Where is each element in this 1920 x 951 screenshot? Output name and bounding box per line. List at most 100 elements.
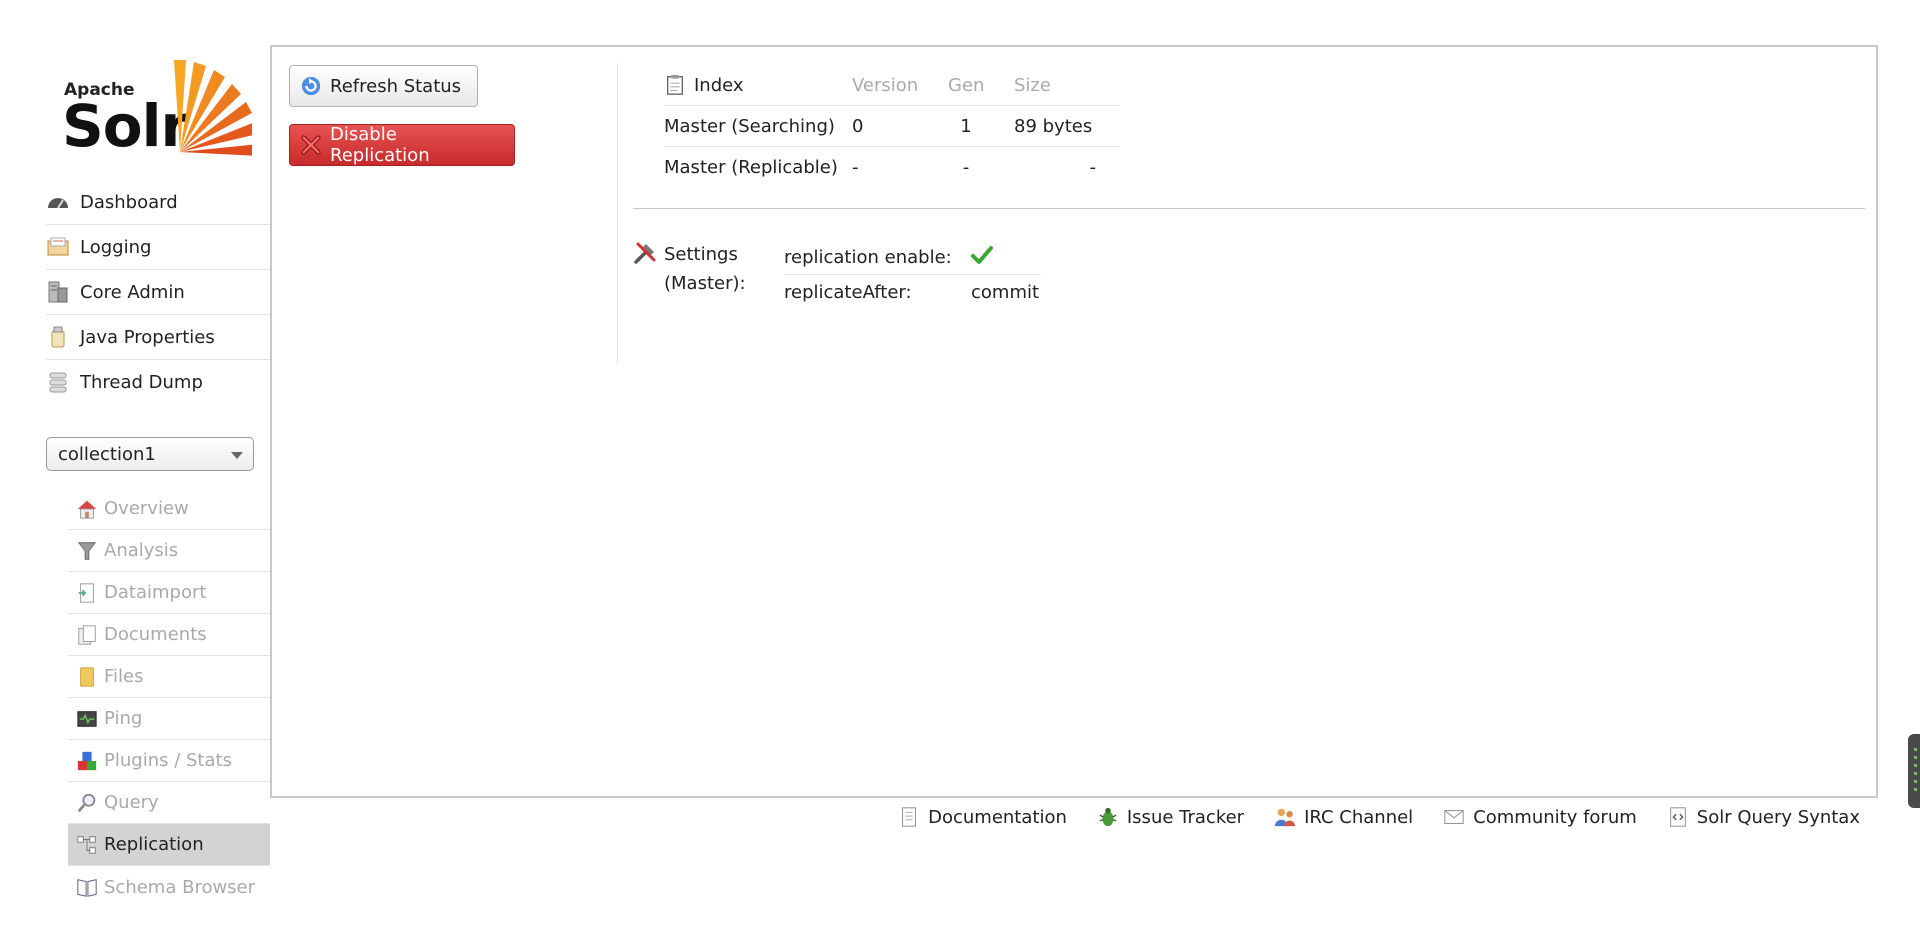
footer-solr-query-syntax-link[interactable]: Solr Query Syntax [1667,806,1860,828]
horizontal-divider [633,208,1865,209]
core-nav-dataimport-label: Dataimport [104,582,207,603]
core-nav-query[interactable]: Query [68,782,270,824]
version-header: Version [852,74,919,96]
table-row: Master (Replicable) - - - [664,147,1120,187]
refresh-status-button[interactable]: Refresh Status [289,65,478,107]
nav-java-properties-label: Java Properties [80,326,215,348]
nav-java-properties[interactable]: Java Properties [46,315,270,360]
mail-icon [1443,806,1465,828]
index-header-label: Index [694,74,744,96]
table-row: Master (Searching) 0 1 89 bytes [664,106,1120,147]
footer-community-forum-label: Community forum [1473,806,1637,828]
check-icon [971,245,993,270]
chevron-down-icon [231,452,243,459]
footer-issue-tracker-label: Issue Tracker [1126,806,1245,828]
footer-community-forum-link[interactable]: Community forum [1443,806,1637,828]
settings-table: replication enable: replicateAfter: comm… [784,240,1041,309]
settings-key: replicateAfter: [784,281,912,303]
nav-thread-dump-label: Thread Dump [80,371,203,393]
solr-logo[interactable]: Apache Solr [62,56,252,156]
core-nav-ping-label: Ping [104,708,143,729]
version-cell: - [852,156,859,178]
disable-replication-button[interactable]: Disable Replication [289,124,515,166]
size-header: Size [1014,74,1051,96]
ping-icon [76,708,98,730]
clipboard-icon [664,74,686,96]
nav-dashboard[interactable]: Dashboard [46,180,270,225]
refresh-status-label: Refresh Status [330,75,462,97]
index-name-cell: Master (Searching) [664,115,835,137]
refresh-icon [300,75,322,97]
analysis-icon [76,540,98,562]
core-selector-value: collection1 [58,443,156,465]
gen-cell: - [962,156,970,178]
tools-icon [632,240,658,266]
nav-logging[interactable]: Logging [46,225,270,270]
core-nav-files-label: Files [104,666,144,687]
core-nav-analysis[interactable]: Analysis [68,530,270,572]
core-nav-replication[interactable]: Replication [68,824,270,866]
core-admin-icon [46,280,70,304]
index-table: Index Version Gen Size Master (Searching… [664,65,1120,187]
documentation-icon [898,806,920,828]
footer-links: Documentation Issue Tracker IRC Channel … [868,806,1860,828]
gen-cell: 1 [960,115,972,137]
core-nav-schema-browser[interactable]: Schema Browser [68,866,270,908]
core-nav-overview-label: Overview [104,498,189,519]
nav-dashboard-label: Dashboard [80,191,178,213]
settings-label-line1: Settings [664,244,738,265]
core-selector[interactable]: collection1 [46,437,254,471]
query-icon [76,792,98,814]
schema-browser-icon [76,876,98,898]
java-properties-icon [46,325,70,349]
core-nav-replication-label: Replication [104,834,204,855]
gen-header: Gen [948,74,985,96]
core-nav-plugins-stats[interactable]: Plugins / Stats [68,740,270,782]
plugins-icon [76,750,98,772]
index-header-cell: Index [664,74,852,96]
footer-solr-query-syntax-label: Solr Query Syntax [1696,806,1860,828]
size-cell: 89 bytes [1014,115,1093,137]
edge-widget[interactable] [1908,734,1920,808]
core-nav-query-label: Query [104,792,159,813]
footer-documentation-label: Documentation [928,806,1067,828]
settings-label-text: Settings (Master): [664,240,774,298]
replication-icon [76,834,98,856]
footer-documentation-link[interactable]: Documentation [898,806,1067,828]
index-table-header: Index Version Gen Size [664,65,1120,106]
core-nav: Overview Analysis Dataimport Documents F… [68,488,270,908]
disable-replication-label: Disable Replication [330,124,430,166]
files-icon [76,666,98,688]
settings-label-line2: (Master): [664,273,746,294]
core-nav-files[interactable]: Files [68,656,270,698]
settings-row: replication enable: [784,240,1041,275]
dashboard-icon [46,190,70,214]
bug-icon [1097,806,1119,828]
core-nav-dataimport[interactable]: Dataimport [68,572,270,614]
logging-icon [46,235,70,259]
core-nav-analysis-label: Analysis [104,540,179,561]
core-nav-documents[interactable]: Documents [68,614,270,656]
core-nav-overview[interactable]: Overview [68,488,270,530]
footer-irc-channel-label: IRC Channel [1304,806,1414,828]
settings-master-label: Settings (Master): [632,240,774,298]
overview-icon [76,498,98,520]
core-nav-ping[interactable]: Ping [68,698,270,740]
nav-thread-dump[interactable]: Thread Dump [46,360,270,404]
size-cell: - [1089,156,1097,178]
nav-logging-label: Logging [80,236,152,258]
nav-core-admin[interactable]: Core Admin [46,270,270,315]
solr-sun-icon [174,60,252,156]
footer-issue-tracker-link[interactable]: Issue Tracker [1097,806,1244,828]
footer-irc-channel-link[interactable]: IRC Channel [1274,806,1413,828]
irc-icon [1274,806,1296,828]
index-name-cell: Master (Replicable) [664,156,838,178]
settings-key: replication enable: [784,246,952,268]
thread-dump-icon [46,370,70,394]
replication-panel: Refresh Status Disable Replication Index… [270,45,1878,798]
query-syntax-icon [1667,806,1689,828]
version-cell: 0 [852,115,864,137]
settings-value [971,245,1041,270]
nav-core-admin-label: Core Admin [80,281,185,303]
core-nav-documents-label: Documents [104,624,207,645]
